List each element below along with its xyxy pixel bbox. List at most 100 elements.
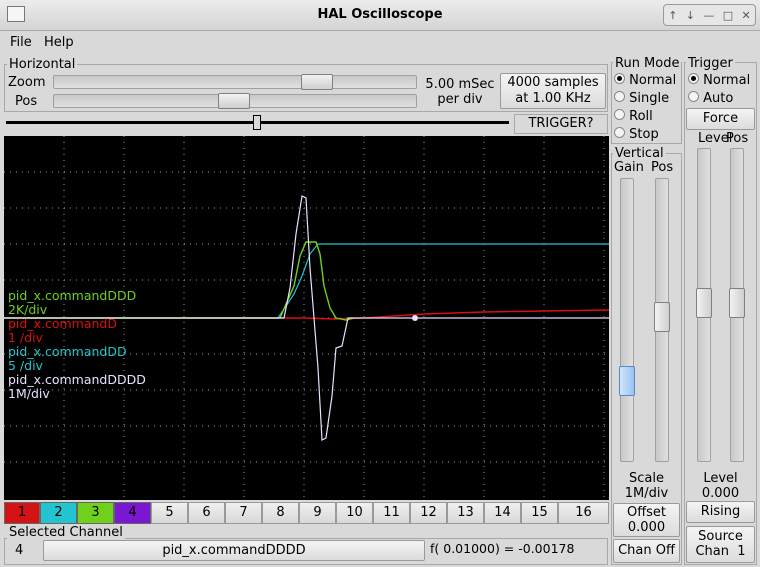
trigger-level-slider-thumb[interactable] (696, 288, 712, 318)
trace-3-scale: 5 /div (8, 358, 43, 373)
maximize-icon[interactable]: □ (723, 9, 733, 22)
window-up-icon[interactable]: ↑ (668, 9, 677, 22)
channel-tab-1[interactable]: 1 (4, 502, 40, 524)
radio-icon[interactable] (614, 91, 625, 102)
menu-file[interactable]: File (10, 35, 32, 50)
channel-tab-9[interactable]: 9 (299, 502, 336, 524)
cursor-readout: f( 0.01000) = -0.00178 (430, 541, 575, 556)
trigger-source-value: Chan 1 (695, 544, 746, 559)
record-position-marker[interactable] (253, 115, 261, 130)
trigger-level-value: 0.000 (701, 486, 740, 501)
run-mode-normal[interactable]: Normal (614, 72, 676, 90)
pos-label: Pos (15, 94, 38, 109)
offset-label: Offset (626, 505, 667, 520)
trace-4-scale: 1M/div (8, 386, 50, 401)
trigger-pos-slider-thumb[interactable] (729, 288, 745, 318)
channel-tab-16[interactable]: 16 (558, 502, 609, 524)
sample-rate: at 1.00 KHz (515, 91, 591, 106)
trigger-pos-header: Pos (726, 131, 749, 146)
offset-value: 0.000 (627, 520, 666, 535)
channel-tab-11[interactable]: 11 (373, 502, 410, 524)
window-controls: ↑ ↓ — □ ✕ (663, 4, 756, 26)
close-icon[interactable]: ✕ (742, 9, 751, 22)
channel-tab-15[interactable]: 15 (521, 502, 558, 524)
radio-icon[interactable] (614, 109, 625, 120)
channel-tab-7[interactable]: 7 (225, 502, 262, 524)
run-mode-stop[interactable]: Stop (614, 126, 676, 144)
trigger-status: TRIGGER? (514, 114, 608, 134)
channel-tab-4[interactable]: 4 (114, 502, 151, 524)
channel-tab-12[interactable]: 12 (410, 502, 447, 524)
run-mode-single-label: Single (629, 91, 670, 106)
selected-channel-legend: Selected Channel (7, 525, 125, 540)
time-per-div-unit: per div (437, 92, 483, 107)
scale-value: 1M/div (624, 486, 669, 501)
selected-channel-number: 4 (15, 543, 24, 558)
trace-2-scale: 1 /div (8, 330, 43, 345)
channel-tab-14[interactable]: 14 (484, 502, 521, 524)
channel-tab-3[interactable]: 3 (77, 502, 114, 524)
vertical-pos-slider-thumb[interactable] (654, 302, 670, 332)
trigger-level-label: Level (703, 471, 738, 486)
trace-1-scale: 2K/div (8, 302, 48, 317)
channel-tab-2[interactable]: 2 (40, 502, 77, 524)
channel-tab-13[interactable]: 13 (447, 502, 484, 524)
trigger-edge-button[interactable]: Rising (686, 501, 755, 523)
samples-count: 4000 samples (507, 75, 599, 90)
trigger-normal[interactable]: Normal (688, 72, 750, 90)
time-per-div-value: 5.00 mSec (425, 77, 495, 92)
gain-slider[interactable] (620, 178, 634, 462)
channel-tab-10[interactable]: 10 (336, 502, 373, 524)
radio-icon[interactable] (614, 73, 625, 84)
zoom-label: Zoom (8, 75, 46, 90)
trigger-source-button[interactable]: Source Chan 1 (686, 526, 755, 563)
run-mode-normal-label: Normal (629, 73, 677, 88)
run-mode-single[interactable]: Single (614, 90, 676, 108)
gain-header: Gain (614, 160, 644, 175)
force-button[interactable]: Force (686, 108, 755, 130)
selected-channel-name-button[interactable]: pid_x.commandDDDD (43, 540, 425, 561)
time-per-div: 5.00 mSec per div (424, 77, 496, 107)
run-mode-roll-label: Roll (629, 109, 653, 124)
window-down-icon[interactable]: ↓ (686, 9, 695, 22)
trigger-source-label: Source (698, 529, 743, 544)
radio-icon[interactable] (688, 73, 699, 84)
gain-slider-thumb[interactable] (619, 366, 635, 396)
chan-off-button[interactable]: Chan Off (613, 539, 680, 563)
scope-display[interactable]: pid_x.commandDDD 2K/div pid_x.commandD 1… (4, 136, 609, 500)
radio-icon[interactable] (614, 127, 625, 138)
zoom-slider-thumb[interactable] (301, 74, 333, 90)
trace-3-name: pid_x.commandDD (8, 344, 127, 359)
trigger-mode-options: Normal Auto (688, 72, 750, 108)
pos-slider-thumb[interactable] (218, 93, 250, 109)
radio-icon[interactable] (688, 91, 699, 102)
zoom-slider[interactable] (53, 75, 417, 89)
vertical-pos-header: Pos (651, 160, 674, 175)
window-title: HAL Oscilloscope (317, 7, 443, 22)
run-mode-stop-label: Stop (629, 127, 659, 142)
trigger-legend: Trigger (686, 56, 735, 71)
trigger-auto[interactable]: Auto (688, 90, 750, 108)
trace-1-name: pid_x.commandDDD (8, 288, 137, 303)
horizontal-legend: Horizontal (7, 57, 78, 72)
channel-tab-5[interactable]: 5 (151, 502, 188, 524)
offset-button[interactable]: Offset 0.000 (613, 503, 680, 537)
minimize-icon[interactable]: — (703, 9, 714, 22)
trace-4-name: pid_x.commandDDDD (8, 372, 146, 387)
scale-label: Scale (629, 471, 664, 486)
trigger-normal-label: Normal (703, 73, 751, 88)
trace-cursor (412, 315, 418, 321)
trace-2-name: pid_x.commandD (8, 316, 117, 331)
scale-display: Scale 1M/div (611, 471, 682, 501)
run-mode-legend: Run Mode (613, 56, 682, 71)
sample-rate-button[interactable]: 4000 samples at 1.00 KHz (500, 73, 606, 109)
trigger-auto-label: Auto (703, 91, 734, 106)
trace-legend: pid_x.commandDDD 2K/div pid_x.commandD 1… (8, 289, 146, 401)
trigger-level-display: Level 0.000 (684, 471, 757, 501)
run-mode-roll[interactable]: Roll (614, 108, 676, 126)
menu-bar (0, 31, 760, 55)
vertical-legend: Vertical (613, 146, 666, 161)
channel-tab-8[interactable]: 8 (262, 502, 299, 524)
menu-help[interactable]: Help (44, 35, 74, 50)
channel-tab-6[interactable]: 6 (188, 502, 225, 524)
